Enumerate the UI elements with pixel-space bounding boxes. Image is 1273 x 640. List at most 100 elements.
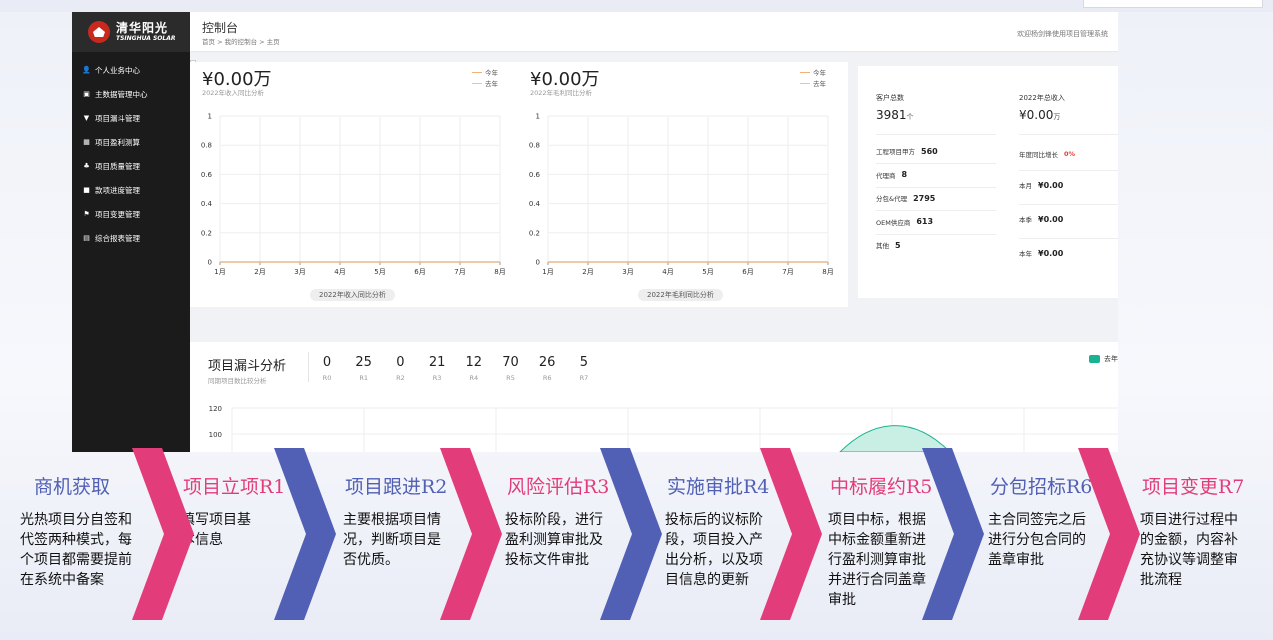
customer-type-row: 工程项目甲方 560 [876, 146, 938, 157]
process-step-title: 中标履约R5 [830, 476, 933, 498]
y-tick-label: 0.8 [201, 142, 212, 150]
logo-name-cn: 清华阳光 [116, 21, 169, 35]
sidebar-item-label: 项目变更管理 [95, 209, 140, 219]
stage-count: 0 [396, 355, 405, 370]
growth-value: 0% [1064, 150, 1076, 158]
process-step-title: 商机获取 [34, 476, 111, 498]
customer-type-label: 分包&代理 [876, 195, 908, 203]
stage-count: 5 [579, 355, 589, 370]
divider [1019, 134, 1118, 135]
income-period-value: ¥0.00 [1038, 214, 1064, 224]
process-step-desc: 填写项目基本信息 [181, 512, 251, 548]
stage-count: 70 [502, 355, 519, 370]
sidebar-item-3[interactable]: ▦ 项目盈利测算 [72, 130, 190, 154]
funnel-stage-r7[interactable]: 5 R7 [569, 355, 599, 382]
funnel-stage-r0[interactable]: 0 R0 [312, 355, 342, 382]
funnel-stage-r2[interactable]: 0 R2 [385, 355, 415, 382]
y-tick-label: 0.6 [529, 171, 541, 179]
x-tick-label: 6月 [414, 268, 425, 276]
profit-chart-caption: 2022年毛利同比分析 [638, 289, 723, 301]
funnel-stage-r6[interactable]: 26 R6 [532, 355, 562, 382]
sidebar-item-2[interactable]: ▼ 项目漏斗管理 [72, 106, 190, 130]
corner-box [1083, 0, 1263, 8]
funnel-area [839, 425, 951, 452]
funnel-chart: 120 100 [209, 405, 1118, 452]
customer-type-count: 560 [921, 146, 938, 156]
stage-count: 0 [322, 355, 332, 370]
sidebar-menu: 👤 个人业务中心 ▣ 主数据管理中心 ▼ 项目漏斗管理 ▦ 项目盈利测算 ♣ 项目质量管理 ■ 款项进… [72, 58, 190, 250]
sidebar-item-label: 项目漏斗管理 [95, 113, 140, 123]
process-step-title: 风险评估R3 [507, 476, 610, 498]
customers-value: 3981个 [876, 108, 914, 122]
stage-key: R4 [469, 374, 479, 382]
divider [876, 134, 996, 135]
user-icon: 👤 [82, 66, 91, 74]
funnel-stage-r4[interactable]: 12 R4 [459, 355, 489, 382]
x-tick-label: 4月 [662, 268, 673, 276]
funnel-legend[interactable]: 去年 [1089, 354, 1118, 364]
sidebar-item-7[interactable]: ▤ 综合报表管理 [72, 226, 190, 250]
sidebar-item-0[interactable]: 👤 个人业务中心 [72, 58, 190, 82]
income-period-row: 本月 ¥0.00 [1019, 180, 1063, 191]
sidebar-item-6[interactable]: ⚑ 项目变更管理 [72, 202, 190, 226]
customer-stats-card: 客户总数 3981个 工程项目甲方 560 代理商 8 分包&代理 2795 OEM供应商 6… [858, 66, 1118, 298]
calculator-icon: ▦ [83, 138, 90, 146]
divider [308, 352, 309, 382]
x-tick-label: 3月 [622, 268, 633, 276]
profit-chart-card: ¥0.00万 2022年毛利同比分析 今年 去年 0 0.2 0.4 0.6 0.8 1 1… [518, 62, 848, 307]
y-tick-label: 100 [209, 431, 222, 439]
process-step-desc: 光热项目分自签和代签两种模式，每个项目都需要提前在系统中备案 [20, 512, 132, 588]
breadcrumb[interactable]: 首页 > 我的控制台 > 主页 [202, 36, 280, 46]
divider [876, 210, 996, 211]
sidebar-item-1[interactable]: ▣ 主数据管理中心 [72, 82, 190, 106]
process-step-desc: 项目中标，根据中标金额重新进行盈利测算审批并进行合同盖章审批 [828, 512, 926, 608]
income-period-label: 本季 [1019, 216, 1032, 224]
y-tick-label: 0 [208, 259, 212, 267]
app-screenshot: 清华阳光 TSINGHUA SOLAR 👤 个人业务中心 ▣ 主数据管理中心 ▼ 项目漏斗… [72, 12, 1118, 452]
customer-type-count: 5 [895, 240, 901, 250]
customer-type-count: 8 [901, 170, 908, 179]
y-tick-label: 1 [536, 113, 540, 121]
y-tick-label: 0.4 [201, 200, 213, 208]
sidebar-item-label: 主数据管理中心 [95, 89, 148, 99]
chevron-arrow [440, 448, 502, 620]
welcome-text: 欢迎杨剑锋使用项目管理系统 [1017, 30, 1108, 38]
customer-type-row: 分包&代理 2795 [876, 193, 935, 204]
x-tick-label: 7月 [454, 268, 465, 276]
x-tick-label: 1月 [214, 268, 225, 276]
process-step-desc: 投标阶段，进行盈利测算审批及投标文件审批 [505, 512, 603, 568]
process-step-title: 分包招标R6 [990, 476, 1093, 498]
funnel-stage-r3[interactable]: 21 R3 [422, 355, 452, 382]
y-tick-label: 0 [536, 259, 540, 267]
process-step-title: 项目立项R1 [183, 476, 286, 498]
customer-type-row: OEM供应商 613 [876, 217, 933, 227]
logo-name-en: TSINGHUA SOLAR [116, 35, 176, 42]
process-step-desc: 投标后的议标阶段，项目投入产出分析，以及项目信息的更新 [665, 512, 763, 588]
sidebar-item-4[interactable]: ♣ 项目质量管理 [72, 154, 190, 178]
sidebar-item-5[interactable]: ■ 款项进度管理 [72, 178, 190, 202]
logo[interactable]: 清华阳光 TSINGHUA SOLAR [72, 12, 190, 52]
stage-key: R6 [542, 374, 552, 382]
income-total-value: ¥0.00万 [1019, 108, 1061, 122]
stage-key: R3 [432, 374, 442, 382]
y-tick-label: 0.6 [201, 171, 213, 179]
funnel-stage-r1[interactable]: 25 R1 [349, 355, 379, 382]
y-tick-label: 0.2 [201, 229, 212, 237]
y-tick-label: 0.4 [529, 200, 541, 208]
x-tick-label: 8月 [822, 268, 833, 276]
divider [876, 163, 996, 164]
divider [1019, 238, 1118, 239]
process-step-title: 项目变更R7 [1142, 476, 1245, 498]
page-title: 控制台 [202, 21, 239, 35]
x-tick-label: 5月 [702, 268, 713, 276]
sidebar-item-label: 个人业务中心 [95, 65, 140, 75]
y-tick-label: 1 [208, 113, 212, 121]
customer-type-label: 其他 [876, 242, 889, 250]
sidebar-item-label: 项目盈利测算 [95, 137, 140, 147]
x-tick-label: 8月 [494, 268, 505, 276]
customer-type-row: 代理商 8 [876, 170, 907, 180]
income-period-value: ¥0.00 [1038, 248, 1064, 258]
funnel-stage-r5[interactable]: 70 R5 [496, 355, 526, 382]
process-step-desc: 项目进行过程中的金额，内容补充协议等调整审批流程 [1140, 512, 1238, 588]
quality-icon: ♣ [83, 162, 90, 170]
